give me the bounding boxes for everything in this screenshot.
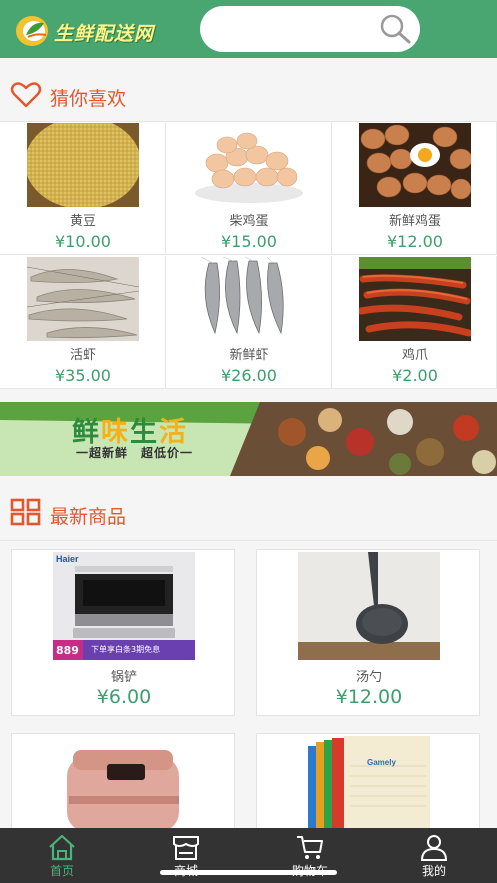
guess-section-title: 猜你喜欢 — [50, 88, 127, 110]
product-name: 新鲜虾 — [229, 348, 269, 363]
product-price: ¥12.00 — [387, 232, 443, 251]
heart-icon — [10, 82, 42, 108]
product-name: 锅铲 — [110, 670, 137, 685]
home-indicator[interactable] — [160, 870, 337, 875]
product-price: ¥2.00 — [392, 366, 438, 385]
cart-icon — [297, 836, 323, 859]
product-card[interactable]: Gamely — [256, 733, 480, 833]
product-card[interactable]: Haier 889 下单享白条3期免息 锅铲 ¥6.00 — [11, 549, 235, 716]
latest-section-title: 最新商品 — [50, 506, 127, 528]
rice-cooker-image — [53, 736, 195, 832]
price-badge: 889 — [56, 644, 79, 657]
tab-home[interactable]: 首页 — [0, 828, 124, 883]
brand-text: Gamely — [367, 758, 396, 767]
home-icon — [49, 834, 75, 861]
notebooks-image — [298, 736, 440, 832]
logo-icon — [16, 16, 48, 46]
soybean-image — [27, 123, 139, 207]
product-name: 汤勺 — [355, 670, 382, 685]
tab-profile[interactable]: 我的 — [372, 828, 497, 883]
promo-text: 下单享白条3期免息 — [91, 645, 161, 654]
ladle-image — [298, 552, 440, 660]
shrimp-row-image — [193, 257, 305, 341]
product-card[interactable]: 柴鸡蛋 ¥15.00 — [166, 122, 332, 255]
product-name: 活虾 — [69, 348, 96, 363]
product-card[interactable]: 新鲜虾 ¥26.00 — [166, 256, 332, 389]
user-icon — [420, 835, 448, 861]
product-price: ¥26.00 — [221, 366, 277, 385]
product-card[interactable]: 鸡爪 ¥2.00 — [332, 256, 497, 389]
eggs-basket-image — [359, 123, 471, 207]
product-price: ¥10.00 — [55, 232, 111, 251]
product-card[interactable]: 新鲜鸡蛋 ¥12.00 — [332, 122, 497, 255]
eggs-image — [193, 123, 305, 207]
guess-section-header: 猜你喜欢 — [0, 62, 497, 126]
product-card[interactable] — [11, 733, 235, 833]
product-card[interactable]: 黄豆 ¥10.00 — [0, 122, 166, 255]
app-root: 生鲜配送网 猜你喜欢 黄豆 ¥10.00 柴鸡蛋 ¥15.00 新鲜鸡蛋 ¥12… — [0, 0, 497, 883]
banner-subtitle: 一超新鲜 超低价一 — [76, 446, 194, 460]
product-card[interactable]: 活虾 ¥35.00 — [0, 256, 166, 389]
guess-grid: 黄豆 ¥10.00 柴鸡蛋 ¥15.00 新鲜鸡蛋 ¥12.00 活虾 ¥35.… — [0, 122, 497, 389]
tab-label: 首页 — [49, 864, 74, 878]
product-name: 柴鸡蛋 — [229, 214, 269, 229]
search-icon[interactable] — [378, 13, 412, 45]
tab-label: 我的 — [421, 864, 446, 878]
product-price: ¥35.00 — [55, 366, 111, 385]
product-name: 新鲜鸡蛋 — [388, 214, 441, 229]
brand-text: Haier — [56, 554, 79, 564]
promo-banner[interactable]: 鲜味生活 一超新鲜 超低价一 — [0, 402, 497, 476]
header-bar: 生鲜配送网 — [0, 0, 497, 58]
search-input[interactable] — [200, 6, 420, 52]
chicken-feet-image — [359, 257, 471, 341]
product-card[interactable]: 汤勺 ¥12.00 — [256, 549, 480, 716]
product-price: ¥12.00 — [335, 686, 403, 708]
product-name: 黄豆 — [69, 214, 96, 229]
product-price: ¥6.00 — [96, 686, 152, 708]
store-icon — [173, 836, 199, 860]
shrimp-pile-image — [27, 257, 139, 341]
logo-text: 生鲜配送网 — [54, 23, 155, 45]
grid-icon — [10, 498, 41, 526]
range-hood-image: Haier 889 下单享白条3期免息 — [53, 552, 195, 660]
product-price: ¥15.00 — [221, 232, 277, 251]
latest-section-header: 最新商品 — [0, 480, 497, 544]
product-name: 鸡爪 — [401, 348, 428, 363]
site-logo[interactable]: 生鲜配送网 — [14, 13, 184, 49]
divider — [0, 540, 497, 541]
